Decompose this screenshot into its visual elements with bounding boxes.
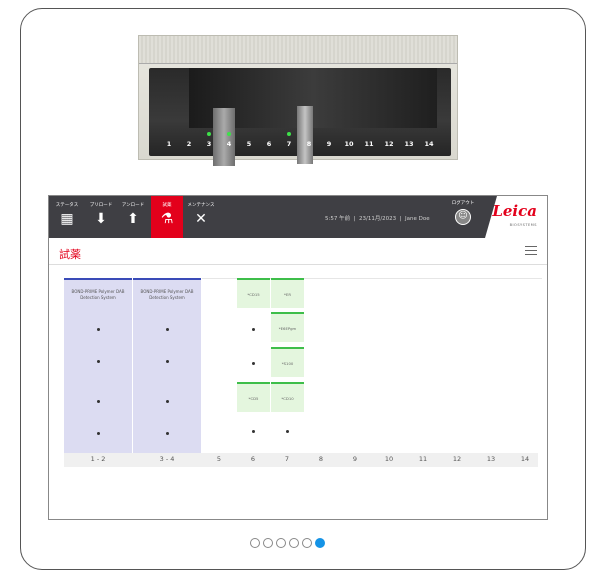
slide-holder <box>297 106 313 164</box>
empty-slot-dot <box>285 430 289 433</box>
slot-number: 7 <box>281 132 297 148</box>
slot-number: 10 <box>344 140 354 148</box>
unload-icon: ⬆ <box>127 211 139 227</box>
reagent-cell[interactable]: *ER <box>271 278 304 308</box>
logo-area: Leica BIOSYSTEMS <box>485 196 547 238</box>
empty-slot-dot <box>251 430 255 433</box>
slot-number: 1 <box>166 140 172 148</box>
reagent-column[interactable] <box>508 278 542 453</box>
column-number: 6 <box>250 455 256 463</box>
column-number: 7 <box>284 455 290 463</box>
column-number-row: 1 - 2 3 - 4 5 6 7 8 9 10 11 12 13 14 <box>64 453 538 467</box>
date-display: 23/11月/2023 <box>358 216 397 222</box>
column-number: 3 - 4 <box>159 455 175 463</box>
empty-slot-dot <box>165 328 169 331</box>
reagent-cell[interactable]: *S100 <box>271 347 304 377</box>
slot-number: 14 <box>424 140 434 148</box>
reagent-cell[interactable]: *CD5 <box>237 382 270 412</box>
empty-slot-dot <box>96 328 100 331</box>
empty-slot-dot <box>96 432 100 435</box>
nav-unload[interactable]: アンロード ⬆ <box>117 196 149 238</box>
reagent-column[interactable] <box>440 278 474 453</box>
nav-preload-label: プリロード <box>89 203 113 208</box>
reagent-cell[interactable]: *CD10 <box>271 382 304 412</box>
empty-slot-dot <box>165 400 169 403</box>
slot-number: 11 <box>364 140 374 148</box>
empty-slot-dot <box>251 362 255 365</box>
reagent-column[interactable] <box>372 278 406 453</box>
leica-logo: Leica <box>492 202 537 220</box>
column-number: 11 <box>418 455 428 463</box>
detection-column[interactable]: BOND-PRIME Polymer DAB Detection System <box>133 278 201 453</box>
page-dot[interactable] <box>289 538 299 548</box>
slot-number: 2 <box>186 140 192 148</box>
nav-reagent[interactable]: 試薬 ⚗ <box>151 196 183 238</box>
slot-number: 13 <box>404 140 414 148</box>
top-navigation-bar: ステータス ▦ プリロード ⬇ アンロード ⬆ 試薬 ⚗ メンテナンス ✕ 5:… <box>49 196 547 238</box>
slot-number: 5 <box>246 140 252 148</box>
nav-reagent-label: 試薬 <box>162 203 172 208</box>
empty-slot-dot <box>96 360 100 363</box>
logo-subtitle: BIOSYSTEMS <box>509 223 537 227</box>
status-line: 5:57 午前 | 23/11月/2023 | Jane Doe <box>325 216 430 222</box>
reagent-column[interactable] <box>338 278 372 453</box>
column-number: 8 <box>318 455 324 463</box>
slot-number: 12 <box>384 140 394 148</box>
detection-label: BOND-PRIME Polymer DAB Detection System <box>71 289 125 300</box>
nav-unload-label: アンロード <box>121 203 145 208</box>
logout-label: ログアウト <box>451 201 475 206</box>
page-title: 試薬 <box>59 248 81 261</box>
column-number: 13 <box>486 455 496 463</box>
reagent-icon: ⚗ <box>160 211 174 227</box>
page-dot[interactable] <box>263 538 273 548</box>
user-avatar-icon: ☺ <box>455 209 471 225</box>
empty-slot-dot <box>165 432 169 435</box>
slide-holder <box>213 108 235 166</box>
page-dot[interactable] <box>250 538 260 548</box>
slot-number: 3 <box>201 132 217 148</box>
nav-status[interactable]: ステータス ▦ <box>51 196 83 238</box>
logout-button[interactable]: ログアウト ☺ <box>451 200 475 225</box>
reagent-cell[interactable]: *CD15 <box>237 278 270 308</box>
reagent-column[interactable] <box>406 278 440 453</box>
reagent-column[interactable] <box>202 278 236 453</box>
slot-number: 9 <box>326 140 332 148</box>
slot-number: 6 <box>266 140 272 148</box>
user-name: Jane Doe <box>405 216 430 222</box>
reagent-column[interactable] <box>474 278 508 453</box>
detection-column[interactable]: BOND-PRIME Polymer DAB Detection System <box>64 278 132 453</box>
column-number: 5 <box>216 455 222 463</box>
time-display: 5:57 午前 <box>325 216 351 222</box>
nav-maintenance[interactable]: メンテナンス ✕ <box>185 196 217 238</box>
page-dot[interactable] <box>276 538 286 548</box>
column-number: 10 <box>384 455 394 463</box>
nav-maintenance-label: メンテナンス <box>187 203 215 208</box>
load-icon: ⬇ <box>95 211 107 227</box>
detection-label: BOND-PRIME Polymer DAB Detection System <box>140 289 194 300</box>
column-number: 9 <box>352 455 358 463</box>
reagent-grid: BOND-PRIME Polymer DAB Detection System B… <box>64 278 542 468</box>
app-screenshot: ステータス ▦ プリロード ⬇ アンロード ⬆ 試薬 ⚗ メンテナンス ✕ 5:… <box>48 195 548 520</box>
list-menu-icon[interactable] <box>525 246 537 256</box>
slot-number: 8 <box>306 140 312 148</box>
column-number: 1 - 2 <box>90 455 106 463</box>
slot-number-row: 1 2 3 4 5 6 7 8 9 10 11 12 13 14 <box>157 132 447 148</box>
empty-slot-dot <box>165 360 169 363</box>
empty-slot-dot <box>251 328 255 331</box>
page-indicator <box>250 538 325 548</box>
page-dot[interactable] <box>315 538 325 548</box>
column-number: 14 <box>520 455 530 463</box>
nav-status-label: ステータス <box>55 203 79 208</box>
empty-slot-dot <box>96 400 100 403</box>
nav-preload[interactable]: プリロード ⬇ <box>85 196 117 238</box>
reagent-column[interactable] <box>304 278 338 453</box>
slot-number: 4 <box>221 132 237 148</box>
column-number: 12 <box>452 455 462 463</box>
divider <box>49 264 547 265</box>
page-dot[interactable] <box>302 538 312 548</box>
tools-icon: ✕ <box>195 211 207 227</box>
reagent-cell[interactable]: *E6EPgm <box>271 312 304 342</box>
instrument-photo: 1 2 3 4 5 6 7 8 9 10 11 12 13 14 <box>138 35 458 166</box>
slide-tray-icon: ▦ <box>60 211 74 227</box>
